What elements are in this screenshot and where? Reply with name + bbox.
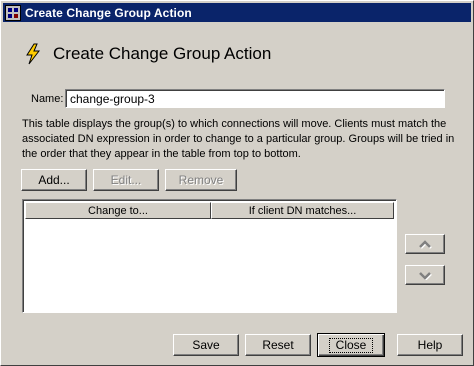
move-up-button[interactable] [405,234,445,254]
column-header-label: Change to... [88,204,148,217]
dialog-window: Create Change Group Action Create Change… [0,0,474,366]
save-button-label: Save [192,338,220,352]
remove-button[interactable]: Remove [165,169,237,191]
arrow-down-icon [419,271,432,280]
help-button[interactable]: Help [397,334,463,356]
arrow-up-icon [419,239,432,249]
table-header: Change to... If client DN matches... [25,202,394,219]
app-window-icon[interactable] [5,4,21,21]
group-table[interactable]: Change to... If client DN matches... [22,199,397,313]
reset-button-label: Reset [262,338,294,352]
reset-button[interactable]: Reset [245,334,311,356]
window-title: Create Change Group Action [25,5,192,20]
add-button-label: Add... [38,173,70,187]
add-button[interactable]: Add... [21,169,87,191]
page-heading: Create Change Group Action [25,43,271,65]
close-button-label: Close [328,337,374,353]
title-bar[interactable]: Create Change Group Action [3,3,471,22]
column-header-change-to[interactable]: Change to... [25,202,211,219]
description-text: This table displays the group(s) to whic… [22,118,455,160]
save-button[interactable]: Save [173,334,239,356]
column-header-dn-matches[interactable]: If client DN matches... [211,202,394,219]
lightning-bolt-icon [26,43,41,65]
remove-button-label: Remove [178,173,224,187]
edit-button-label: Edit... [110,173,142,187]
page-title: Create Change Group Action [53,44,272,63]
edit-button[interactable]: Edit... [93,169,159,191]
name-label: Name: [31,93,64,105]
help-button-label: Help [417,338,443,352]
column-header-label: If client DN matches... [248,204,357,217]
move-down-button[interactable] [405,265,445,285]
name-input[interactable] [65,89,445,108]
close-button[interactable]: Close [317,333,385,357]
